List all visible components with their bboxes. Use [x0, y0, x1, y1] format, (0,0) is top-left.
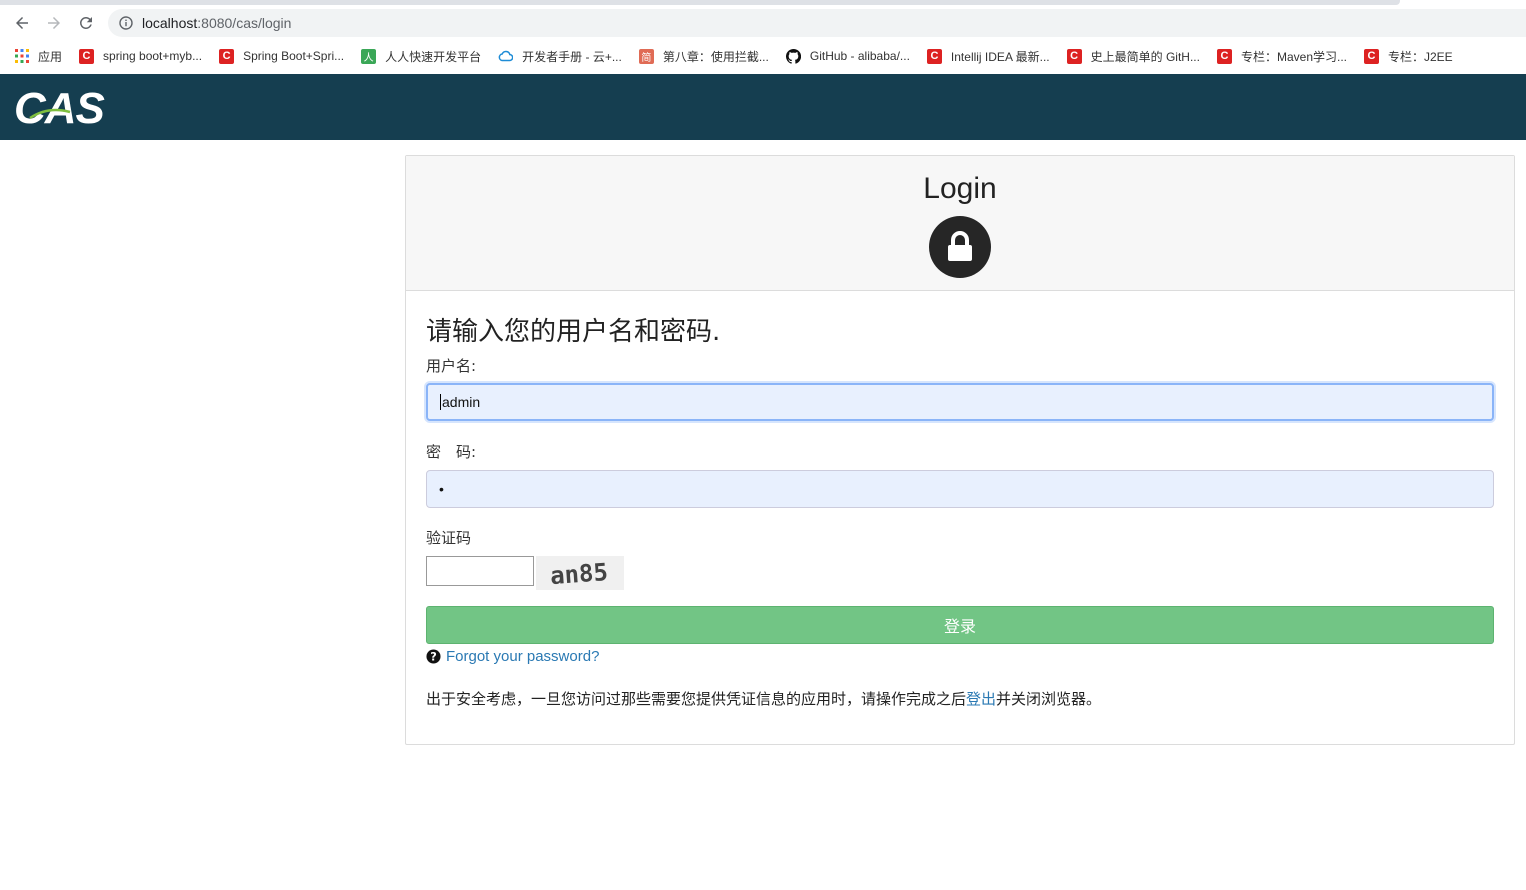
bookmark-label: Spring Boot+Spri...	[243, 49, 345, 63]
text-caret	[440, 394, 441, 410]
notice-text-end: 并关闭浏览器。	[996, 690, 1102, 708]
bookmark-label: 人人快速开发平台	[385, 49, 482, 64]
captcha-label: 验证码	[426, 529, 472, 547]
csdn-icon: C	[79, 48, 95, 64]
browser-chrome: localhost:8080/cas/login 应用 C spring boo…	[0, 0, 1526, 74]
captcha-text: an85	[549, 558, 609, 590]
cas-logo[interactable]: CAS	[14, 84, 105, 134]
bookmark-item[interactable]: C Intellij IDEA 最新...	[926, 48, 1050, 65]
info-icon[interactable]	[118, 15, 134, 31]
csdn-icon: C	[219, 48, 235, 64]
logo-swoosh	[29, 108, 71, 120]
login-prompt: 请输入您的用户名和密码.	[426, 317, 721, 347]
bookmark-label: GitHub - alibaba/...	[809, 49, 910, 63]
password-label: 密 码:	[426, 443, 477, 461]
bookmark-label: Intellij IDEA 最新...	[950, 49, 1050, 64]
bookmark-item[interactable]: 简 第八章：使用拦截...	[638, 48, 769, 65]
forward-arrow-icon	[48, 17, 60, 29]
bookmark-label: 开发者手册 - 云+...	[522, 49, 622, 64]
bookmark-item[interactable]: C 史上最简单的 GitH...	[1066, 48, 1200, 65]
username-value: admin	[442, 394, 481, 410]
address-bar[interactable]: localhost:8080/cas/login	[108, 9, 1526, 37]
page-title: Login	[923, 172, 997, 205]
login-button[interactable]: 登录	[426, 606, 1494, 644]
csdn-icon: C	[1066, 48, 1082, 64]
bookmark-item[interactable]: C Spring Boot+Spri...	[219, 48, 345, 64]
password-value: •	[439, 481, 444, 497]
cas-header: CAS	[0, 74, 1526, 140]
lock-icon	[929, 216, 991, 278]
renren-icon: 人	[361, 48, 377, 64]
bookmarks-bar: 应用 C spring boot+myb... C Spring Boot+Sp…	[0, 42, 1526, 70]
bookmark-item[interactable]: GitHub - alibaba/...	[785, 48, 910, 64]
captcha-image[interactable]: an85	[536, 556, 624, 590]
csdn-icon: C	[1216, 48, 1232, 64]
bookmark-label: 专栏：Maven学习...	[1240, 49, 1347, 64]
github-icon	[785, 48, 801, 64]
bookmark-apps[interactable]: 应用	[14, 48, 62, 65]
bookmark-label: 专栏：J2EE	[1388, 49, 1453, 64]
bookmark-label: 史上最简单的 GitH...	[1090, 49, 1200, 64]
forgot-password-link[interactable]: Forgot your password?	[446, 648, 599, 665]
reload-button[interactable]	[75, 12, 97, 34]
forward-button[interactable]	[43, 12, 65, 34]
bookmark-label: 应用	[38, 49, 63, 64]
url-text: localhost:8080/cas/login	[142, 15, 292, 31]
logout-link[interactable]: 登出	[966, 690, 996, 708]
svg-text:?: ?	[430, 651, 437, 664]
bookmark-item[interactable]: 开发者手册 - 云+...	[498, 48, 622, 65]
jianshu-icon: 简	[638, 48, 654, 64]
bookmark-item[interactable]: 人 人人快速开发平台	[361, 48, 481, 65]
bookmark-label: 第八章：使用拦截...	[662, 49, 769, 64]
bookmark-item[interactable]: C 专栏：Maven学习...	[1216, 48, 1347, 65]
bookmark-item[interactable]: C 专栏：J2EE	[1364, 48, 1453, 65]
bookmark-label: spring boot+myb...	[103, 49, 203, 63]
password-input[interactable]: •	[426, 470, 1494, 508]
back-arrow-icon	[16, 17, 28, 29]
captcha-input[interactable]	[426, 556, 534, 586]
cloud-icon	[498, 49, 514, 64]
csdn-icon: C	[926, 48, 942, 64]
back-button[interactable]	[11, 12, 33, 34]
apps-grid-icon	[14, 49, 29, 64]
question-circle-icon: ?	[426, 649, 441, 664]
tab-strip	[0, 0, 1400, 5]
username-input[interactable]: admin	[426, 383, 1494, 421]
login-card: Login 请输入您的用户名和密码. 用户名: admin 密 码: • 验证码…	[405, 155, 1515, 745]
username-label: 用户名:	[426, 357, 477, 375]
csdn-icon: C	[1364, 48, 1379, 64]
reload-icon	[79, 16, 92, 29]
forgot-password[interactable]: ? Forgot your password?	[426, 648, 599, 665]
bookmark-item[interactable]: C spring boot+myb...	[79, 48, 203, 64]
security-notice: 出于安全考虑，一旦您访问过那些需要您提供凭证信息的应用时，请操作完成之后登出并关…	[426, 688, 1101, 709]
notice-text: 出于安全考虑，一旦您访问过那些需要您提供凭证信息的应用时，请操作完成之后	[426, 690, 967, 708]
login-card-header: Login	[406, 156, 1514, 291]
